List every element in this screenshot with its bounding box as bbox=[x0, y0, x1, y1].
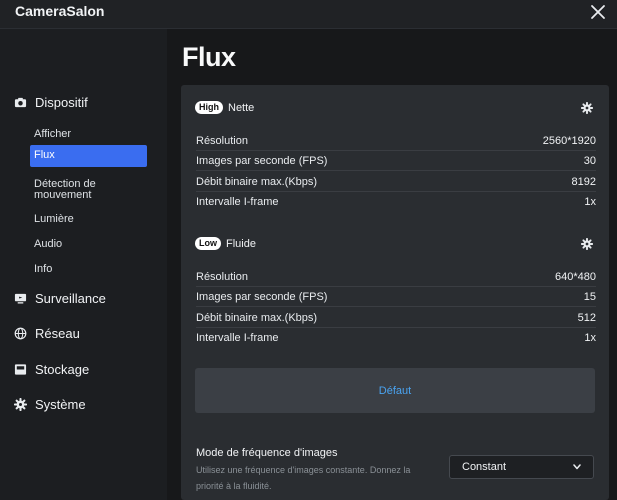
setting-value: 1x bbox=[584, 196, 596, 208]
camera-icon bbox=[14, 97, 27, 108]
sidebar-section-label: Stockage bbox=[35, 362, 90, 377]
setting-label: Débit binaire max.(Kbps) bbox=[196, 311, 318, 324]
streams-card: High Nette Résolution 2560*1920 Images p… bbox=[181, 85, 609, 457]
frame-rate-mode-value: Constant bbox=[462, 461, 507, 473]
stream-header-high: High Nette bbox=[195, 101, 254, 114]
sidebar: Dispositif Afficher Flux Détection de mo… bbox=[0, 29, 167, 500]
setting-row: Débit binaire max.(Kbps) 512 bbox=[196, 308, 596, 328]
setting-row: Intervalle I-frame 1x bbox=[196, 328, 596, 348]
setting-value: 2560*1920 bbox=[542, 134, 596, 147]
sidebar-item-detection[interactable]: Détection de mouvement bbox=[30, 175, 130, 205]
setting-label: Résolution bbox=[196, 134, 248, 147]
stream-badge: Low bbox=[195, 237, 221, 250]
sidebar-item-audio[interactable]: Audio bbox=[30, 235, 147, 254]
chevron-down-icon bbox=[573, 464, 581, 470]
setting-value: 1x bbox=[584, 332, 596, 344]
monitor-icon bbox=[14, 293, 27, 304]
sidebar-section-label: Réseau bbox=[35, 326, 80, 341]
setting-row: Intervalle I-frame 1x bbox=[196, 192, 596, 212]
gear-icon bbox=[14, 398, 27, 411]
stream-badge: High bbox=[195, 101, 223, 114]
setting-label: Résolution bbox=[196, 270, 248, 283]
setting-value: 512 bbox=[577, 311, 596, 324]
frame-rate-mode-title: Mode de fréquence d'images bbox=[196, 447, 338, 459]
globe-icon bbox=[14, 327, 27, 340]
frame-rate-mode-card: Mode de fréquence d'images Utilisez une … bbox=[181, 434, 609, 500]
title-bar: CameraSalon bbox=[0, 0, 617, 29]
sidebar-item-lumiere[interactable]: Lumière bbox=[30, 210, 147, 229]
setting-row: Résolution 640*480 bbox=[196, 267, 596, 287]
sidebar-section-stockage[interactable]: Stockage bbox=[14, 362, 89, 377]
setting-value: 640*480 bbox=[555, 270, 596, 283]
stream-name: Nette bbox=[228, 101, 255, 114]
setting-label: Intervalle I-frame bbox=[196, 196, 279, 208]
page-title: Flux bbox=[182, 42, 236, 72]
setting-value: 15 bbox=[583, 290, 596, 303]
stream-header-low: Low Fluide bbox=[195, 237, 256, 250]
setting-value: 30 bbox=[583, 154, 596, 167]
frame-rate-mode-description: Utilisez une fréquence d'images constant… bbox=[196, 465, 411, 491]
sidebar-section-surveillance[interactable]: Surveillance bbox=[14, 291, 106, 306]
gear-icon[interactable] bbox=[581, 238, 593, 250]
gear-icon[interactable] bbox=[581, 102, 593, 114]
sidebar-item-info[interactable]: Info bbox=[30, 260, 147, 279]
default-button[interactable]: Défaut bbox=[195, 368, 595, 413]
setting-label: Images par seconde (FPS) bbox=[196, 290, 328, 303]
stream-name: Fluide bbox=[226, 237, 256, 250]
setting-row: Débit binaire max.(Kbps) 8192 bbox=[196, 172, 596, 192]
sidebar-section-label: Système bbox=[35, 397, 86, 412]
sidebar-section-label: Surveillance bbox=[35, 291, 106, 306]
sidebar-section-reseau[interactable]: Réseau bbox=[14, 326, 80, 341]
setting-label: Débit binaire max.(Kbps) bbox=[196, 175, 318, 188]
sidebar-section-label: Dispositif bbox=[35, 95, 88, 110]
setting-row: Images par seconde (FPS) 15 bbox=[196, 287, 596, 307]
sidebar-item-afficher[interactable]: Afficher bbox=[30, 125, 147, 144]
setting-label: Images par seconde (FPS) bbox=[196, 154, 328, 167]
setting-value: 8192 bbox=[571, 175, 596, 188]
frame-rate-mode-select[interactable]: Constant bbox=[449, 455, 594, 479]
setting-row: Images par seconde (FPS) 30 bbox=[196, 151, 596, 171]
close-icon[interactable] bbox=[589, 3, 607, 21]
storage-icon bbox=[14, 364, 27, 375]
sidebar-section-systeme[interactable]: Système bbox=[14, 397, 86, 412]
setting-label: Intervalle I-frame bbox=[196, 332, 279, 344]
sidebar-item-flux[interactable]: Flux bbox=[30, 145, 147, 167]
sidebar-section-dispositif[interactable]: Dispositif bbox=[14, 95, 88, 110]
setting-row: Résolution 2560*1920 bbox=[196, 131, 596, 151]
main-content: Flux High Nette Résolution 2560*1920 Ima… bbox=[167, 29, 617, 500]
app-title: CameraSalon bbox=[15, 3, 105, 19]
